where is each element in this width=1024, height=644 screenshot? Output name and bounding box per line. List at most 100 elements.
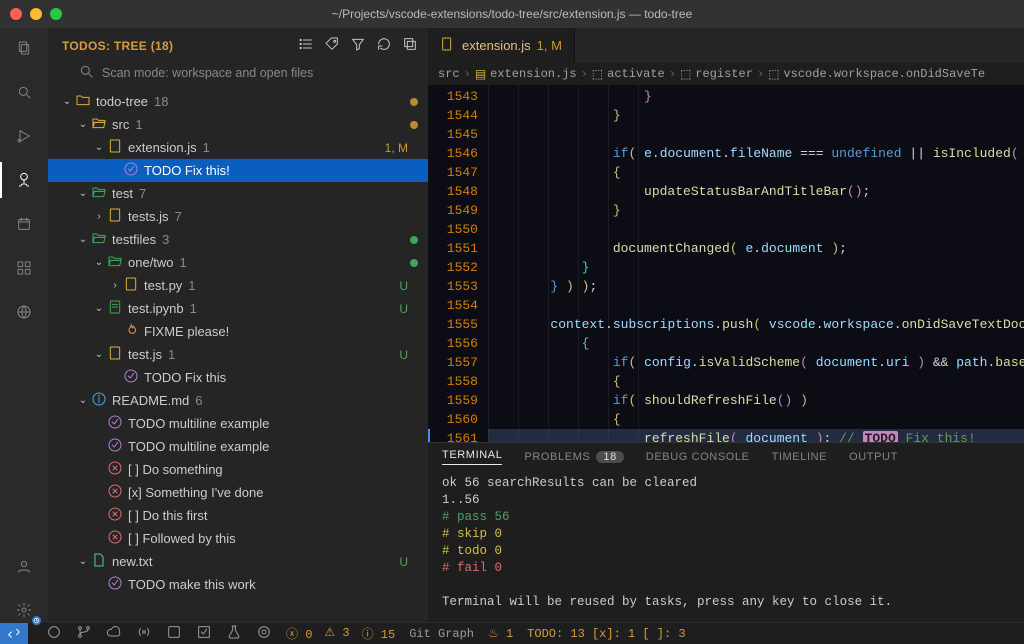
- code-line[interactable]: if( shouldRefreshFile() ): [488, 391, 1024, 410]
- code-editor[interactable]: 1543154415451546154715481549155015511552…: [428, 85, 1024, 442]
- panel-tab-bar: TERMINAL PROBLEMS 18 DEBUG CONSOLE TIMEL…: [428, 443, 1024, 471]
- run-debug-icon[interactable]: [12, 124, 36, 148]
- tree-count: 3: [162, 232, 169, 247]
- tree-row[interactable]: [ ] Do something: [48, 458, 428, 481]
- code-line[interactable]: }: [488, 201, 1024, 220]
- tree-row[interactable]: ›test.py1U: [48, 274, 428, 297]
- chevron-icon: ⌄: [76, 119, 90, 130]
- crumb[interactable]: activate: [607, 67, 665, 81]
- tree-row[interactable]: ⌄test7: [48, 182, 428, 205]
- list-view-icon[interactable]: [298, 36, 314, 55]
- tree-row[interactable]: ⌄test.ipynb1U: [48, 297, 428, 320]
- search-icon[interactable]: [12, 80, 36, 104]
- breadcrumbs[interactable]: src› ▤ extension.js› ⬚ activate› ⬚ regis…: [428, 63, 1024, 85]
- remote-indicator[interactable]: [0, 623, 28, 644]
- status-cloud-icon[interactable]: [106, 624, 122, 644]
- js-icon: [106, 138, 124, 157]
- filter-icon[interactable]: [350, 36, 366, 55]
- code-body[interactable]: } } if( e.document.fileName === undefine…: [488, 85, 1024, 442]
- tree-row[interactable]: TODO Fix this: [48, 366, 428, 389]
- panel-tab-timeline[interactable]: TIMELINE: [772, 451, 828, 463]
- code-line[interactable]: if( config.isValidScheme( document.uri )…: [488, 353, 1024, 372]
- remote-icon[interactable]: [12, 300, 36, 324]
- chevron-icon: ⌄: [76, 395, 90, 406]
- crumb[interactable]: extension.js: [490, 67, 576, 81]
- scan-mode-label: Scan mode: workspace and open files: [102, 66, 313, 80]
- tree-row[interactable]: ⌄todo-tree18: [48, 90, 428, 113]
- tree-row[interactable]: [x] Something I've done: [48, 481, 428, 504]
- code-line[interactable]: {: [488, 163, 1024, 182]
- code-line[interactable]: [488, 125, 1024, 144]
- status-flame[interactable]: ♨ 1: [488, 626, 513, 641]
- tree-label: tests.js: [128, 209, 168, 224]
- tree-row[interactable]: ⌄one/two1: [48, 251, 428, 274]
- status-branch-icon[interactable]: [76, 624, 92, 644]
- tree-row[interactable]: TODO multiline example: [48, 412, 428, 435]
- panel-tab-output[interactable]: OUTPUT: [849, 451, 898, 463]
- terminal-output[interactable]: ok 56 searchResults can be cleared1..56#…: [428, 471, 1024, 622]
- tree-row[interactable]: ⌄test.js1U: [48, 343, 428, 366]
- status-pref-icon[interactable]: [166, 624, 182, 644]
- crumb[interactable]: vscode.workspace.onDidSaveTe: [783, 67, 985, 81]
- code-line[interactable]: }: [488, 87, 1024, 106]
- minimize-window-button[interactable]: [30, 8, 42, 20]
- code-line[interactable]: {: [488, 334, 1024, 353]
- activity-bar: [0, 28, 48, 622]
- status-errors[interactable]: ⓧ 0: [286, 625, 312, 642]
- editor-tab[interactable]: extension.js 1, M: [428, 28, 575, 63]
- status-warnings[interactable]: ⚠ 3: [324, 625, 349, 642]
- tree-row[interactable]: [ ] Do this first: [48, 504, 428, 527]
- status-target-icon[interactable]: [256, 624, 272, 644]
- code-line[interactable]: } ) );: [488, 277, 1024, 296]
- tree-row[interactable]: FIXME please!: [48, 320, 428, 343]
- code-line[interactable]: context.subscriptions.push( vscode.works…: [488, 315, 1024, 334]
- tree-row[interactable]: ⌄testfiles3: [48, 228, 428, 251]
- tag-icon[interactable]: [324, 36, 340, 55]
- tree-row[interactable]: ⌄README.md6: [48, 389, 428, 412]
- refresh-icon[interactable]: [376, 36, 392, 55]
- collapse-all-icon[interactable]: [402, 36, 418, 55]
- status-info[interactable]: ⓘ 15: [362, 625, 396, 642]
- code-line[interactable]: }: [488, 258, 1024, 277]
- status-beaker-icon[interactable]: [226, 624, 242, 644]
- crumb[interactable]: register: [695, 67, 753, 81]
- maximize-window-button[interactable]: [50, 8, 62, 20]
- account-icon[interactable]: [12, 554, 36, 578]
- tree-row[interactable]: ›tests.js7: [48, 205, 428, 228]
- tree-row[interactable]: ⌄src1: [48, 113, 428, 136]
- tree-row[interactable]: TODO Fix this!: [48, 159, 428, 182]
- tree-row[interactable]: [ ] Followed by this: [48, 527, 428, 550]
- status-git-graph[interactable]: Git Graph: [409, 627, 474, 641]
- settings-gear-icon[interactable]: [12, 598, 36, 622]
- status-task-icon[interactable]: [196, 624, 212, 644]
- explorer-icon[interactable]: [12, 36, 36, 60]
- status-radio-icon[interactable]: [136, 624, 152, 644]
- code-line[interactable]: documentChanged( e.document );: [488, 239, 1024, 258]
- status-todos[interactable]: TODO: 13 [x]: 1 [ ]: 3: [527, 627, 685, 641]
- xcircle-icon: [106, 506, 124, 525]
- code-line[interactable]: }: [488, 106, 1024, 125]
- code-line[interactable]: {: [488, 372, 1024, 391]
- code-line[interactable]: refreshFile( document ); // TODO Fix thi…: [488, 429, 1024, 442]
- panel-tab-terminal[interactable]: TERMINAL: [442, 449, 502, 465]
- code-line[interactable]: [488, 220, 1024, 239]
- code-line[interactable]: updateStatusBarAndTitleBar();: [488, 182, 1024, 201]
- code-line[interactable]: {: [488, 410, 1024, 429]
- tree-row[interactable]: ⌄new.txtU: [48, 550, 428, 573]
- scan-mode-row[interactable]: Scan mode: workspace and open files: [48, 59, 428, 90]
- code-line[interactable]: if( e.document.fileName === undefined ||…: [488, 144, 1024, 163]
- panel-tab-debug[interactable]: DEBUG CONSOLE: [646, 451, 750, 463]
- code-line[interactable]: [488, 296, 1024, 315]
- extensions-icon[interactable]: [12, 256, 36, 280]
- tree-count: 1: [203, 140, 210, 155]
- calendar-icon[interactable]: [12, 212, 36, 236]
- close-window-button[interactable]: [10, 8, 22, 20]
- tree-row[interactable]: TODO make this work: [48, 573, 428, 596]
- todo-tree-icon[interactable]: [12, 168, 36, 192]
- tree-row[interactable]: TODO multiline example: [48, 435, 428, 458]
- tree-label: [ ] Do something: [128, 462, 223, 477]
- tree-row[interactable]: ⌄extension.js11, M: [48, 136, 428, 159]
- status-sync-icon[interactable]: [46, 624, 62, 644]
- panel-tab-problems[interactable]: PROBLEMS 18: [524, 451, 623, 463]
- crumb[interactable]: src: [438, 67, 460, 81]
